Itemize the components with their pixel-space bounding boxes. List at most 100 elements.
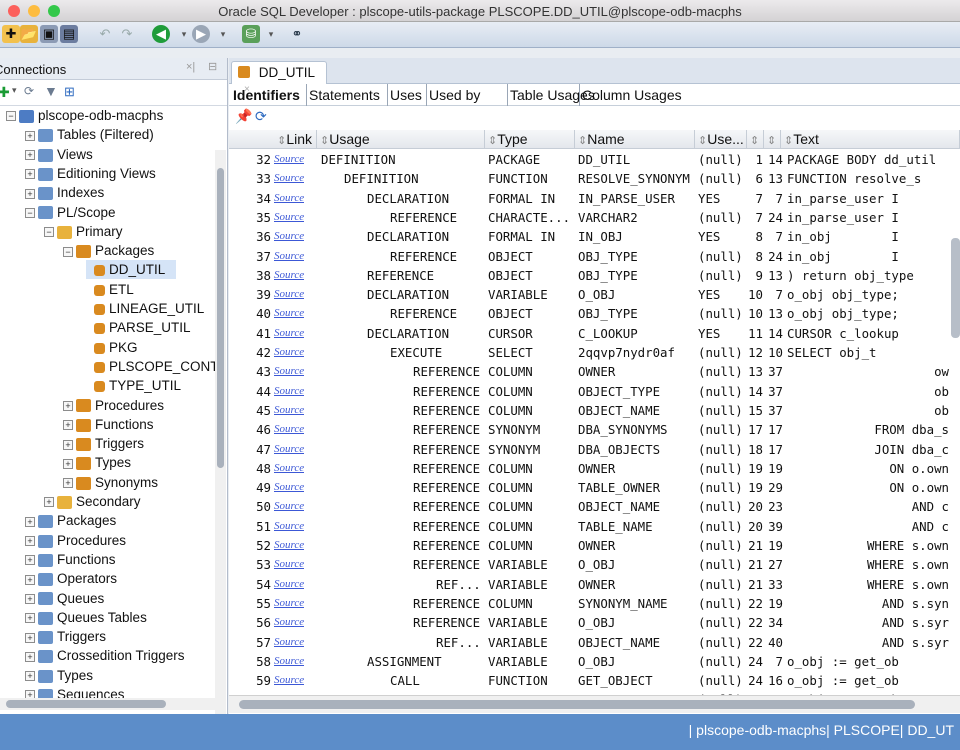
- tree-scrollbar-thumb[interactable]: [217, 168, 224, 468]
- table-row[interactable]: 32 Source DEFINITION PACKAGE DD_UTIL (null) 1 1…: [229, 150, 960, 169]
- tree-item[interactable]: + Secondary: [44, 492, 141, 511]
- table-row[interactable]: 46 Source REFERENCE SYNONYM DBA_SYNONYMS (nul…: [229, 420, 960, 439]
- source-link[interactable]: Source: [274, 652, 304, 671]
- source-link[interactable]: Source: [274, 208, 304, 227]
- source-link[interactable]: Source: [274, 671, 304, 690]
- subtab-statements[interactable]: Statements: [306, 84, 382, 106]
- table-row[interactable]: 54 Source REF... VARIABLE OWNER (null) 21 33 WHE…: [229, 575, 960, 594]
- expand-toggle-icon[interactable]: +: [63, 478, 73, 489]
- grid-vscrollbar-thumb[interactable]: [951, 238, 960, 338]
- expand-toggle-icon[interactable]: +: [44, 497, 54, 508]
- tab-dd-util[interactable]: DD_UTIL ×: [231, 61, 327, 95]
- source-link[interactable]: Source: [274, 227, 304, 246]
- tree-item[interactable]: PLSCOPE_CONT: [94, 357, 219, 376]
- tree-item[interactable]: + Operators: [25, 569, 117, 588]
- tree-hscrollbar[interactable]: [0, 698, 215, 710]
- expand-toggle-icon[interactable]: +: [25, 169, 35, 180]
- column-header[interactable]: ⇕Text: [781, 130, 960, 149]
- expand-toggle-icon[interactable]: +: [63, 420, 73, 431]
- table-row[interactable]: 38 Source REFERENCE OBJECT OBJ_TYPE (null) 9 13…: [229, 266, 960, 285]
- tree-item[interactable]: LINEAGE_UTIL: [94, 299, 204, 318]
- tree-item[interactable]: + Queues: [25, 589, 104, 608]
- table-row[interactable]: 43 Source REFERENCE COLUMN OWNER (null) 13 37 ow: [229, 362, 960, 381]
- filter-icon[interactable]: ▼: [44, 83, 58, 99]
- back-icon[interactable]: ◀: [152, 25, 170, 43]
- expand-toggle-icon[interactable]: +: [25, 536, 35, 547]
- expand-toggle-icon[interactable]: +: [63, 458, 73, 469]
- expand-toggle-icon[interactable]: +: [25, 593, 35, 604]
- table-row[interactable]: 57 Source REF... VARIABLE OBJECT_NAME (null) 2…: [229, 633, 960, 652]
- column-header[interactable]: ⇕Use...: [695, 130, 747, 149]
- tree-item[interactable]: + Crossedition Triggers: [25, 646, 185, 665]
- expand-toggle-icon[interactable]: +: [25, 150, 35, 161]
- table-row[interactable]: 55 Source REFERENCE COLUMN SYNONYM_NAME (null…: [229, 594, 960, 613]
- source-link[interactable]: Source: [274, 594, 304, 613]
- source-link[interactable]: Source: [274, 189, 304, 208]
- source-link[interactable]: Source: [274, 478, 304, 497]
- binoculars-icon[interactable]: ⚭: [288, 25, 306, 43]
- table-row[interactable]: 52 Source REFERENCE COLUMN OWNER (null) 21 19 WH…: [229, 536, 960, 555]
- tree-item[interactable]: ETL: [94, 280, 134, 299]
- source-link[interactable]: Source: [274, 420, 304, 439]
- expand-toggle-icon[interactable]: +: [25, 632, 35, 643]
- tree-item[interactable]: + Types: [63, 453, 131, 472]
- source-link[interactable]: Source: [274, 247, 304, 266]
- redo-icon[interactable]: ↷: [118, 25, 136, 43]
- tree-item[interactable]: PKG: [94, 338, 138, 357]
- expand-toggle-icon[interactable]: +: [25, 651, 35, 662]
- expand-toggle-icon[interactable]: +: [25, 613, 35, 624]
- tree-item[interactable]: − Packages: [63, 241, 154, 260]
- chevron-down-icon[interactable]: ▾: [262, 25, 280, 43]
- subtab-used-by[interactable]: Used by: [426, 84, 482, 106]
- table-row[interactable]: 59 Source CALL FUNCTION GET_OBJECT (null) 24 16…: [229, 671, 960, 690]
- expand-toggle-icon[interactable]: +: [25, 671, 35, 682]
- table-row[interactable]: 45 Source REFERENCE COLUMN OBJECT_NAME (null)…: [229, 401, 960, 420]
- tree-item[interactable]: + Queues Tables: [25, 608, 147, 627]
- table-row[interactable]: 42 Source EXECUTE SELECT 2qqvp7nydr0af (null)…: [229, 343, 960, 362]
- table-row[interactable]: 37 Source REFERENCE OBJECT OBJ_TYPE (null) 8 24…: [229, 247, 960, 266]
- tree-item[interactable]: + Packages: [25, 511, 116, 530]
- expand-toggle-icon[interactable]: +: [63, 439, 73, 450]
- expand-toggle-icon[interactable]: −: [63, 246, 73, 257]
- source-link[interactable]: Source: [274, 555, 304, 574]
- source-link[interactable]: Source: [274, 382, 304, 401]
- open-icon[interactable]: 📂: [20, 25, 38, 43]
- source-link[interactable]: Source: [274, 459, 304, 478]
- table-row[interactable]: 39 Source DECLARATION VARIABLE O_OBJ YES 10 7 o_…: [229, 285, 960, 304]
- expand-toggle-icon[interactable]: +: [25, 130, 35, 141]
- source-link[interactable]: Source: [274, 613, 304, 632]
- source-link[interactable]: Source: [274, 633, 304, 652]
- tree-item[interactable]: + Triggers: [63, 434, 144, 453]
- source-link[interactable]: Source: [274, 497, 304, 516]
- save-icon[interactable]: ▣: [40, 25, 58, 43]
- column-header[interactable]: ⇕: [747, 130, 764, 149]
- table-row[interactable]: 58 Source ASSIGNMENT VARIABLE O_OBJ (null) 24 7…: [229, 652, 960, 671]
- table-row[interactable]: 33 Source DEFINITION FUNCTION RESOLVE_SYNONY…: [229, 169, 960, 188]
- tree-item[interactable]: + Indexes: [25, 183, 104, 202]
- expand-toggle-icon[interactable]: +: [63, 400, 73, 411]
- tree-item[interactable]: + Types: [25, 666, 93, 685]
- column-header[interactable]: ⇕: [764, 130, 781, 149]
- column-header[interactable]: ⇕Usage: [317, 130, 485, 149]
- table-row[interactable]: 48 Source REFERENCE COLUMN OWNER (null) 19 19 ON…: [229, 459, 960, 478]
- source-link[interactable]: Source: [274, 150, 304, 169]
- table-row[interactable]: 49 Source REFERENCE COLUMN TABLE_OWNER (null)…: [229, 478, 960, 497]
- tree-hscrollbar-thumb[interactable]: [6, 700, 166, 708]
- table-row[interactable]: 36 Source DECLARATION FORMAL IN IN_OBJ YES 8 7 i…: [229, 227, 960, 246]
- column-header[interactable]: ⇕Type: [485, 130, 575, 149]
- table-row[interactable]: 50 Source REFERENCE COLUMN OBJECT_NAME (null)…: [229, 497, 960, 516]
- table-row[interactable]: 41 Source DECLARATION CURSOR C_LOOKUP YES 11 14…: [229, 324, 960, 343]
- source-link[interactable]: Source: [274, 362, 304, 381]
- table-row[interactable]: 34 Source DECLARATION FORMAL IN IN_PARSE_USE…: [229, 189, 960, 208]
- table-row[interactable]: 44 Source REFERENCE COLUMN OBJECT_TYPE (null)…: [229, 382, 960, 401]
- tree-item[interactable]: + Views: [25, 145, 93, 164]
- column-header[interactable]: ⇕Name: [575, 130, 695, 149]
- tree-item[interactable]: − Primary: [44, 222, 123, 241]
- tree-item[interactable]: PARSE_UTIL: [94, 318, 191, 337]
- chevron-down-icon[interactable]: ▾: [214, 25, 232, 43]
- tree-item[interactable]: − PL/Scope: [25, 203, 116, 222]
- undo-icon[interactable]: ↶: [96, 25, 114, 43]
- table-row[interactable]: 47 Source REFERENCE SYNONYM DBA_OBJECTS (null…: [229, 440, 960, 459]
- refresh-icon[interactable]: ⟳: [24, 84, 34, 98]
- save-all-icon[interactable]: ▤: [60, 25, 78, 43]
